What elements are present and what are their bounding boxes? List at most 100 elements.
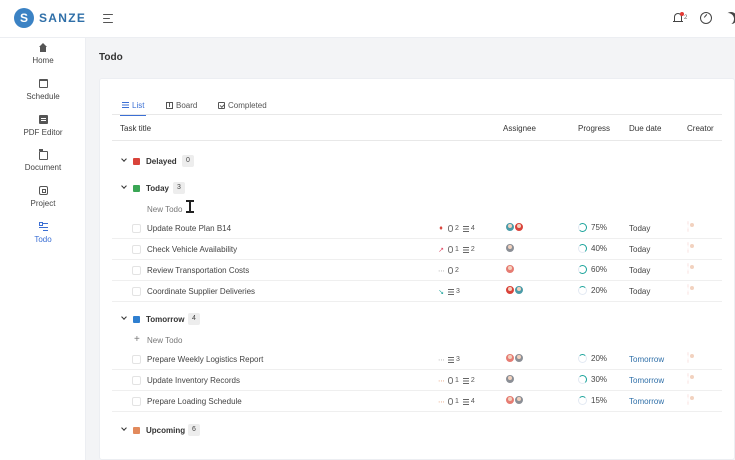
task-title[interactable]: Review Transportation Costs [147,266,249,275]
assignee-avatars[interactable] [505,264,515,274]
creator-avatar[interactable] [687,263,689,274]
due-date[interactable]: Tomorrow [629,397,664,406]
column-task-title[interactable]: Task title [120,124,151,133]
pdf-icon [38,115,48,124]
task-checkbox[interactable] [132,355,141,364]
avatar[interactable] [514,285,524,295]
avatar[interactable] [514,395,524,405]
table-header: Task title Assignee Progress Due date Cr… [112,119,722,141]
table-row[interactable]: Review Transportation Costs ⋯ 2 60% Toda… [112,260,722,281]
due-date[interactable]: Today [629,287,650,296]
task-title[interactable]: Coordinate Supplier Deliveries [147,287,255,296]
subtask-icon [462,377,469,384]
table-row[interactable]: Update Inventory Records ⋯ 1 2 30% Tomor… [112,370,722,391]
task-checkbox[interactable] [132,287,141,296]
chevron-down-icon[interactable] [121,156,127,162]
new-todo-input-today[interactable]: New Todo [112,199,722,219]
task-title[interactable]: Update Route Plan B14 [147,224,231,233]
list-icon [122,101,129,109]
column-creator[interactable]: Creator [687,124,714,133]
completed-icon [218,101,225,109]
table-row[interactable]: Check Vehicle Availability ↗ 1 2 40% Tod… [112,239,722,260]
top-bar: SANZE 2 [0,0,735,38]
assignee-avatars[interactable] [505,374,515,384]
new-todo-input-tomorrow[interactable]: + New Todo [112,330,722,350]
assignee-avatars[interactable] [505,353,524,363]
creator-avatar[interactable] [687,242,689,253]
task-checkbox[interactable] [132,397,141,406]
column-due-date[interactable]: Due date [629,124,661,133]
sidebar-item-document[interactable]: Document [0,149,86,180]
task-title[interactable]: Update Inventory Records [147,376,240,385]
creator-avatar[interactable] [687,221,689,232]
progress-value: 30% [591,375,608,384]
group-name: Tomorrow [146,315,185,324]
tab-list[interactable]: List [119,97,147,116]
creator-avatar[interactable] [687,373,689,384]
new-todo-placeholder: New Todo [147,336,183,345]
chevron-down-icon[interactable] [121,425,127,431]
dashboard-icon[interactable] [700,12,712,24]
avatar[interactable] [505,374,515,384]
sidebar-item-project[interactable]: Project [0,186,86,216]
creator-avatar[interactable] [687,394,689,405]
due-date[interactable]: Today [629,266,650,275]
progress-value: 75% [591,223,608,232]
sidebar-item-todo[interactable]: Todo [0,222,86,252]
due-date[interactable]: Tomorrow [629,355,664,364]
chevron-down-icon[interactable] [121,183,127,189]
group-tomorrow[interactable]: Tomorrow 4 [112,308,722,332]
group-delayed[interactable]: Delayed 0 [112,150,722,174]
assignee-avatars[interactable] [505,243,515,253]
avatar[interactable] [505,243,515,253]
subtask-count: 3 [456,288,460,295]
plus-icon: + [134,334,140,345]
table-row[interactable]: Prepare Loading Schedule ⋯ 1 4 15% Tomor… [112,391,722,412]
table-row[interactable]: Prepare Weekly Logistics Report ⋯ 3 20% … [112,349,722,370]
sidebar-item-home[interactable]: Home [0,43,86,73]
tab-board[interactable]: Board [166,97,197,113]
subtask-count: 4 [470,398,475,405]
due-date[interactable]: Today [629,245,650,254]
assignee-avatars[interactable] [505,222,524,232]
assignee-avatars[interactable] [505,395,524,405]
creator-avatar[interactable] [687,284,689,295]
avatar [687,352,689,363]
dark-mode-icon[interactable] [725,12,735,24]
group-count-badge: 0 [182,155,194,167]
avatar[interactable] [505,264,515,274]
progress-indicator: 30% [578,375,607,384]
sidebar-item-schedule[interactable]: Schedule [0,79,86,109]
board-icon [166,101,173,109]
task-checkbox[interactable] [132,224,141,233]
subtask-icon [462,225,469,232]
task-title[interactable]: Prepare Loading Schedule [147,397,242,406]
due-date[interactable]: Today [629,224,650,233]
task-checkbox[interactable] [132,376,141,385]
creator-avatar[interactable] [687,352,689,363]
sidebar-item-pdf-editor[interactable]: PDF Editor [0,115,86,145]
task-title[interactable]: Prepare Weekly Logistics Report [147,355,263,364]
notification-count: 2 [684,15,688,21]
view-tabs: List Board Completed [112,93,722,116]
tab-completed[interactable]: Completed [218,97,267,113]
chevron-down-icon[interactable] [121,314,127,320]
subtask-count: 2 [470,377,475,384]
avatar[interactable] [514,222,524,232]
column-assignee[interactable]: Assignee [503,124,536,133]
group-upcoming[interactable]: Upcoming 6 [112,419,722,443]
task-checkbox[interactable] [132,245,141,254]
priority-none-icon: ⋯ [438,267,445,275]
group-today[interactable]: Today 3 [112,177,722,201]
menu-toggle-icon[interactable] [103,14,113,23]
due-date[interactable]: Tomorrow [629,376,664,385]
table-row[interactable]: Update Route Plan B14 ♦ 2 4 75% Today [112,218,722,239]
avatar[interactable] [514,353,524,363]
task-checkbox[interactable] [132,266,141,275]
group-color-swatch [133,316,140,323]
brand-logo[interactable]: SANZE [14,8,86,28]
task-title[interactable]: Check Vehicle Availability [147,245,237,254]
table-row[interactable]: Coordinate Supplier Deliveries ↘ 3 20% T… [112,281,722,302]
column-progress[interactable]: Progress [578,124,610,133]
assignee-avatars[interactable] [505,285,524,295]
